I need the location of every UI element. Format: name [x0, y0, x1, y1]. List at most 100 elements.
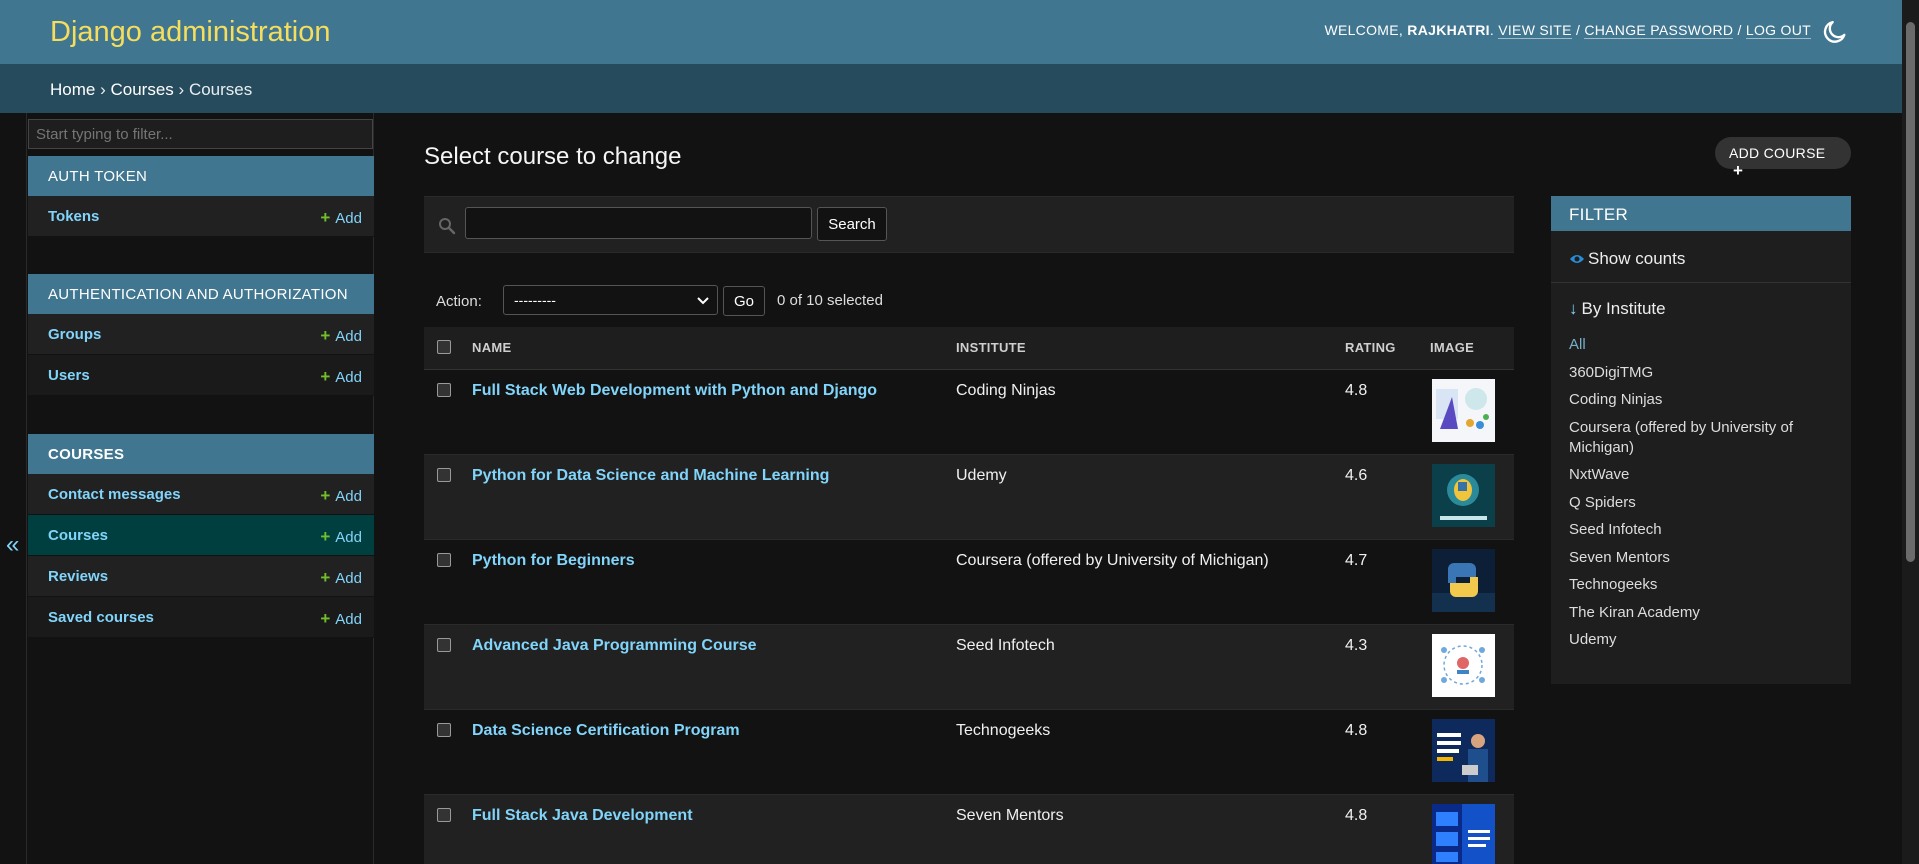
search-toolbar: Search: [424, 196, 1514, 253]
breadcrumb-separator: ›: [178, 80, 185, 99]
filter-option[interactable]: Coding Ninjas: [1569, 390, 1839, 410]
column-header-rating[interactable]: RATING: [1337, 327, 1422, 370]
filter-option[interactable]: Technogeeks: [1569, 575, 1839, 595]
sidebar-item-users-link[interactable]: Users: [48, 367, 90, 384]
plus-icon: +: [320, 486, 331, 505]
add-group-link[interactable]: + Add: [320, 326, 362, 346]
search-button[interactable]: Search: [817, 207, 887, 241]
row-checkbox[interactable]: [437, 552, 451, 567]
course-name-cell: Python for Data Science and Machine Lear…: [464, 454, 948, 540]
plus-icon: +: [320, 367, 331, 386]
row-checkbox[interactable]: [437, 382, 451, 397]
row-select-cell: [424, 709, 464, 795]
column-header-institute[interactable]: INSTITUTE: [948, 327, 1337, 370]
app-caption-auth[interactable]: AUTHENTICATION AND AUTHORIZATION: [28, 274, 374, 314]
show-counts-link[interactable]: Show counts: [1569, 249, 1685, 269]
sidebar-item-tokens-link[interactable]: Tokens: [48, 208, 99, 225]
course-name-link[interactable]: Python for Data Science and Machine Lear…: [472, 467, 829, 484]
change-password-link[interactable]: CHANGE PASSWORD: [1584, 22, 1734, 39]
add-contact-message-link[interactable]: + Add: [320, 486, 362, 506]
toggle-nav-sidebar[interactable]: «: [0, 113, 27, 864]
separator: /: [1575, 22, 1581, 38]
filter-option[interactable]: 360DigiTMG: [1569, 363, 1839, 383]
plus-icon: +: [320, 527, 331, 546]
table-row: Python for Beginners Coursera (offered b…: [424, 539, 1514, 625]
add-label: Add: [335, 328, 362, 345]
course-name-cell: Full Stack Web Development with Python a…: [464, 369, 948, 455]
filter-by-institute-label: By Institute: [1581, 299, 1666, 318]
column-header-name[interactable]: NAME: [464, 327, 948, 370]
page-scrollbar[interactable]: [1902, 0, 1919, 864]
course-thumbnail: [1432, 633, 1495, 697]
sidebar-item-groups: Groups + Add: [28, 314, 374, 355]
add-review-link[interactable]: + Add: [320, 568, 362, 588]
action-select[interactable]: ---------: [503, 285, 718, 315]
course-thumbnail: [1432, 378, 1495, 442]
select-all-header: [424, 327, 464, 370]
app-caption-auth-token[interactable]: AUTH TOKEN: [28, 156, 374, 196]
sidebar-item-courses-link[interactable]: Courses: [48, 527, 108, 544]
course-rating-cell: 4.3: [1337, 624, 1422, 710]
sidebar-item-reviews: Reviews + Add: [28, 556, 374, 597]
row-checkbox[interactable]: [437, 722, 451, 737]
sidebar-item-groups-link[interactable]: Groups: [48, 326, 101, 343]
add-token-link[interactable]: + Add: [320, 208, 362, 228]
course-name-link[interactable]: Data Science Certification Program: [472, 722, 740, 739]
filter-by-institute-heading[interactable]: ↓ By Institute: [1569, 299, 1666, 319]
row-checkbox[interactable]: [437, 637, 451, 652]
course-institute-cell: Coding Ninjas: [948, 369, 1337, 455]
course-name-link[interactable]: Python for Beginners: [472, 552, 635, 569]
sidebar-item-tokens: Tokens + Add: [28, 196, 374, 237]
go-button[interactable]: Go: [723, 286, 765, 316]
nav-filter-input[interactable]: [28, 119, 373, 149]
course-name-link[interactable]: Advanced Java Programming Course: [472, 637, 757, 654]
filter-option[interactable]: NxtWave: [1569, 465, 1839, 485]
sidebar-item-contact-messages-link[interactable]: Contact messages: [48, 486, 181, 503]
app-auth-token: AUTH TOKEN Tokens + Add: [28, 156, 374, 237]
course-image-cell: [1422, 454, 1514, 540]
course-name-link[interactable]: Full Stack Java Development: [472, 807, 693, 824]
sidebar-item-courses: Courses + Add: [28, 515, 374, 556]
filter-option[interactable]: Coursera (offered by University of Michi…: [1569, 418, 1839, 458]
sidebar-item-reviews-link[interactable]: Reviews: [48, 568, 108, 585]
site-branding-link[interactable]: Django administration: [50, 16, 330, 49]
scrollbar-thumb[interactable]: [1906, 22, 1915, 562]
course-image-cell: [1422, 624, 1514, 710]
add-course-label: ADD COURSE: [1729, 145, 1826, 161]
filter-option[interactable]: Q Spiders: [1569, 493, 1839, 513]
plus-icon: +: [320, 208, 331, 227]
filter-option[interactable]: Seed Infotech: [1569, 520, 1839, 540]
breadcrumb-home[interactable]: Home: [50, 80, 95, 99]
search-input[interactable]: [465, 207, 812, 239]
row-checkbox[interactable]: [437, 807, 451, 822]
app-caption-courses[interactable]: COURSES: [28, 434, 374, 474]
table-row: Full Stack Web Development with Python a…: [424, 369, 1514, 455]
add-course-button[interactable]: ADD COURSE +: [1715, 137, 1851, 180]
moon-icon[interactable]: [1821, 18, 1849, 46]
welcome-text: WELCOME,: [1324, 22, 1404, 38]
filter-option[interactable]: Udemy: [1569, 630, 1839, 650]
arrow-down-icon: ↓: [1569, 299, 1578, 318]
add-course-link[interactable]: + Add: [320, 527, 362, 547]
sidebar-item-saved-courses-link[interactable]: Saved courses: [48, 609, 154, 626]
row-checkbox[interactable]: [437, 467, 451, 482]
nav-sidebar: AUTH TOKEN Tokens +Add AUTHENTICATION AN…: [28, 113, 374, 864]
add-user-link[interactable]: + Add: [320, 367, 362, 387]
add-saved-course-link[interactable]: + Add: [320, 609, 362, 629]
filter-option[interactable]: Seven Mentors: [1569, 548, 1839, 568]
log-out-link[interactable]: LOG OUT: [1745, 22, 1811, 39]
breadcrumb-app-courses[interactable]: Courses: [111, 80, 174, 99]
course-name-cell: Advanced Java Programming Course: [464, 624, 948, 710]
eye-icon: [1570, 255, 1584, 263]
course-rating-cell: 4.8: [1337, 794, 1422, 864]
course-name-link[interactable]: Full Stack Web Development with Python a…: [472, 382, 877, 399]
course-thumbnail: [1432, 548, 1495, 612]
sidebar-item-users: Users + Add: [28, 355, 374, 396]
view-site-link[interactable]: VIEW SITE: [1498, 22, 1572, 39]
select-all-checkbox[interactable]: [437, 339, 451, 354]
filter-option-all[interactable]: All: [1569, 335, 1839, 355]
add-label: Add: [335, 210, 362, 227]
plus-icon: +: [320, 326, 331, 345]
separator: /: [1737, 22, 1742, 38]
filter-option[interactable]: The Kiran Academy: [1569, 603, 1839, 623]
